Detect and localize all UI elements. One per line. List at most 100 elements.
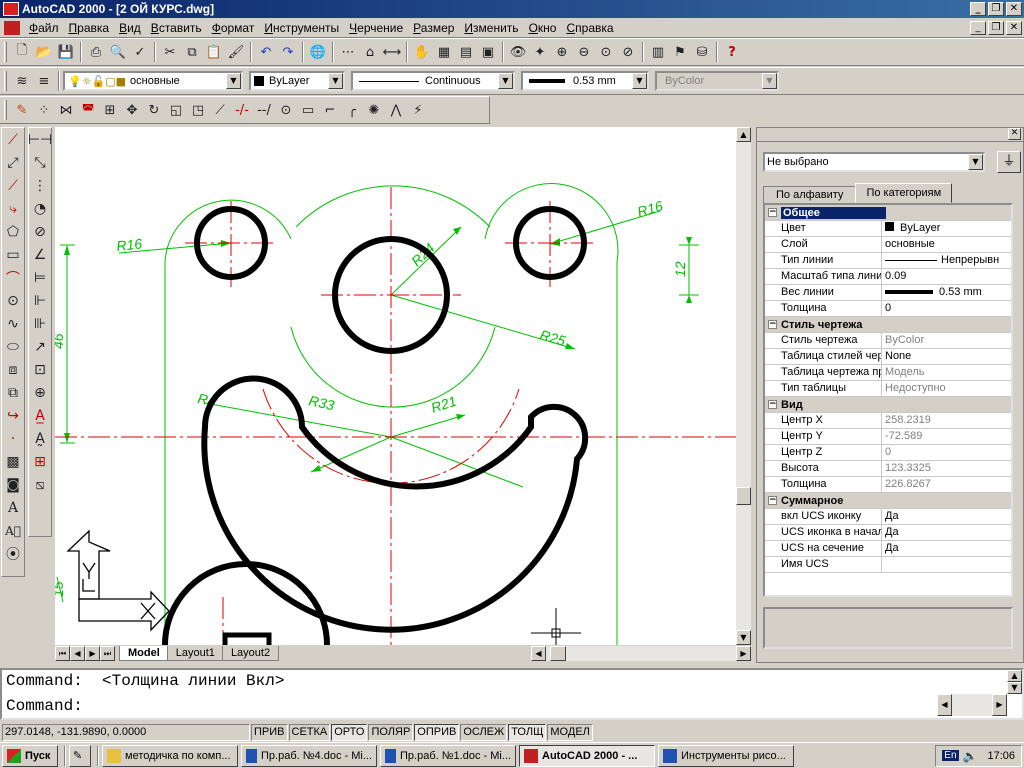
- stretch-icon[interactable]: ◳: [187, 99, 209, 121]
- selection-combo[interactable]: Не выбрано ▼: [763, 152, 985, 172]
- toggle-grid[interactable]: СЕТКА: [288, 723, 331, 741]
- scroll-down-icon[interactable]: ▼: [736, 630, 751, 645]
- app-icon[interactable]: [3, 2, 19, 16]
- command-window[interactable]: Command: <Толщина линии Вкл> Command: ▲ …: [0, 668, 1024, 720]
- speaker-icon[interactable]: 🔈: [963, 749, 978, 763]
- scroll-up-icon[interactable]: ▲: [736, 127, 751, 142]
- palette-close-icon[interactable]: ✕: [1008, 128, 1021, 140]
- drawing-canvas[interactable]: R16 R16 R24 R25 R33 R21 R4 46 12 15: [55, 127, 736, 645]
- menu-tools[interactable]: Инструменты: [259, 21, 344, 35]
- pan-icon[interactable]: 👁: [507, 41, 529, 63]
- chevron-down-icon[interactable]: ▼: [498, 73, 513, 89]
- clock[interactable]: 17:06: [987, 750, 1015, 762]
- snap-tracking-icon[interactable]: ⋯: [337, 41, 359, 63]
- match-properties-icon[interactable]: 🖌: [225, 41, 247, 63]
- dim-update-icon[interactable]: ⊞: [29, 450, 51, 473]
- tab-last-icon[interactable]: ⏭: [100, 645, 115, 661]
- erase-icon[interactable]: ✎: [11, 99, 33, 121]
- chamfer-icon[interactable]: ⌐: [319, 99, 341, 121]
- task-word-4[interactable]: Пр.раб. №4.doc - Mi...: [241, 744, 377, 767]
- property-row[interactable]: Масштаб типа линии 0.09: [765, 269, 1011, 285]
- toggle-otrack[interactable]: ОСЛЕЖ: [460, 723, 508, 741]
- dim-edit-icon[interactable]: A̲: [29, 404, 51, 427]
- menu-edit[interactable]: Правка: [64, 21, 115, 35]
- aerial-view-icon[interactable]: ⊘: [617, 41, 639, 63]
- linetype-combo[interactable]: Continuous ▼: [351, 71, 515, 91]
- scroll-up-icon[interactable]: ▲: [1007, 670, 1022, 682]
- chevron-down-icon[interactable]: ▼: [226, 73, 241, 89]
- zoom-window-icon[interactable]: ⊕: [551, 41, 573, 63]
- open-icon[interactable]: 📂: [33, 41, 55, 63]
- layer-manager-icon[interactable]: ≋: [11, 70, 33, 92]
- menu-dimension[interactable]: Размер: [408, 21, 459, 35]
- multiline-text-icon[interactable]: A⃞: [2, 519, 24, 542]
- linear-dim-icon[interactable]: ⊢⊣: [28, 128, 52, 151]
- insert-block-icon[interactable]: ⧈: [2, 358, 24, 381]
- ray-icon[interactable]: ↪: [2, 404, 24, 427]
- category-view[interactable]: − Вид: [765, 397, 1011, 413]
- donut-icon[interactable]: ⦿: [2, 542, 24, 565]
- command-scrollbar[interactable]: ▲ ▼: [1007, 670, 1022, 694]
- collapse-icon[interactable]: −: [768, 496, 777, 505]
- polygon-icon[interactable]: ⬠: [2, 220, 24, 243]
- rotate-icon[interactable]: ↻: [143, 99, 165, 121]
- collapse-icon[interactable]: −: [768, 400, 777, 409]
- collapse-icon[interactable]: −: [768, 208, 777, 217]
- property-row[interactable]: Вес линии 0.53 mm: [765, 285, 1011, 301]
- construction-line-icon[interactable]: ⤢: [2, 151, 24, 174]
- property-row[interactable]: Таблица стилей чертеNone: [765, 349, 1011, 365]
- menu-view[interactable]: Вид: [114, 21, 146, 35]
- doc-restore-icon[interactable]: ❐: [988, 20, 1004, 35]
- toggle-lineweight[interactable]: ТОЛЩ: [508, 723, 547, 741]
- make-block-icon[interactable]: ⧉: [2, 381, 24, 404]
- rectangle-icon[interactable]: ▭: [2, 243, 24, 266]
- break-at-point-icon[interactable]: ▭: [297, 99, 319, 121]
- save-icon[interactable]: 💾: [55, 41, 77, 63]
- text-icon[interactable]: A: [2, 496, 24, 519]
- plotstyle-combo[interactable]: ByColor ▼: [655, 71, 779, 91]
- print-icon[interactable]: ⎙: [85, 41, 107, 63]
- dim-text-edit-icon[interactable]: A̰: [29, 427, 51, 450]
- property-row[interactable]: Толщина 226.8267: [765, 477, 1011, 493]
- redo-icon[interactable]: ↷: [277, 41, 299, 63]
- language-indicator[interactable]: En: [942, 750, 959, 761]
- property-row[interactable]: Слой основные: [765, 237, 1011, 253]
- new-icon[interactable]: 🗋: [11, 41, 33, 63]
- chevron-down-icon[interactable]: ▼: [328, 73, 343, 89]
- scroll-thumb[interactable]: [736, 487, 751, 505]
- cut-icon[interactable]: ✂: [159, 41, 181, 63]
- tolerance-icon[interactable]: ⊡: [29, 358, 51, 381]
- ucs-icon[interactable]: ⌂: [359, 41, 381, 63]
- center-mark-icon[interactable]: ⊕: [29, 381, 51, 404]
- browser-icon[interactable]: 🌐: [307, 41, 329, 63]
- trim-icon[interactable]: -/-: [231, 99, 253, 121]
- color-combo[interactable]: ByLayer ▼: [249, 71, 345, 91]
- lengthen-icon[interactable]: ⟋: [209, 99, 231, 121]
- adcenter-icon[interactable]: ✋: [411, 41, 433, 63]
- hscroll-right-icon[interactable]: ▶: [736, 645, 751, 661]
- collapse-icon[interactable]: −: [768, 320, 777, 329]
- continue-dim-icon[interactable]: ⊪: [29, 312, 51, 335]
- edit-spline-icon[interactable]: ⚡: [407, 99, 429, 121]
- properties-icon[interactable]: ▦: [433, 41, 455, 63]
- distance-icon[interactable]: ⟷: [381, 41, 403, 63]
- aligned-dim-icon[interactable]: ⤡: [29, 151, 51, 174]
- undo-icon[interactable]: ↶: [255, 41, 277, 63]
- named-views-icon[interactable]: ▣: [477, 41, 499, 63]
- command-hscrollbar[interactable]: ◀ ▶: [937, 694, 1007, 716]
- preview-icon[interactable]: 🔍: [107, 41, 129, 63]
- drawing-horizontal-scrollbar[interactable]: [546, 645, 736, 661]
- property-row[interactable]: вкл UCS иконку Да: [765, 509, 1011, 525]
- property-row[interactable]: Центр X 258.2319: [765, 413, 1011, 429]
- dbconnect-icon[interactable]: ⚑: [669, 41, 691, 63]
- property-row[interactable]: Имя UCS: [765, 557, 1011, 573]
- fillet-icon[interactable]: ╭: [341, 99, 363, 121]
- point-icon[interactable]: ·: [2, 427, 24, 450]
- property-row[interactable]: Толщина 0: [765, 301, 1011, 317]
- property-grid[interactable]: − Общее Цвет ByLayer Слой основные Тип лини…: [763, 203, 1013, 597]
- property-row[interactable]: Тип линии Непрерывн: [765, 253, 1011, 269]
- chevron-down-icon[interactable]: ▼: [968, 154, 983, 170]
- spline-icon[interactable]: ∿: [2, 312, 24, 335]
- copy-icon[interactable]: ⧉: [181, 41, 203, 63]
- property-row[interactable]: Тип таблицы Недоступно: [765, 381, 1011, 397]
